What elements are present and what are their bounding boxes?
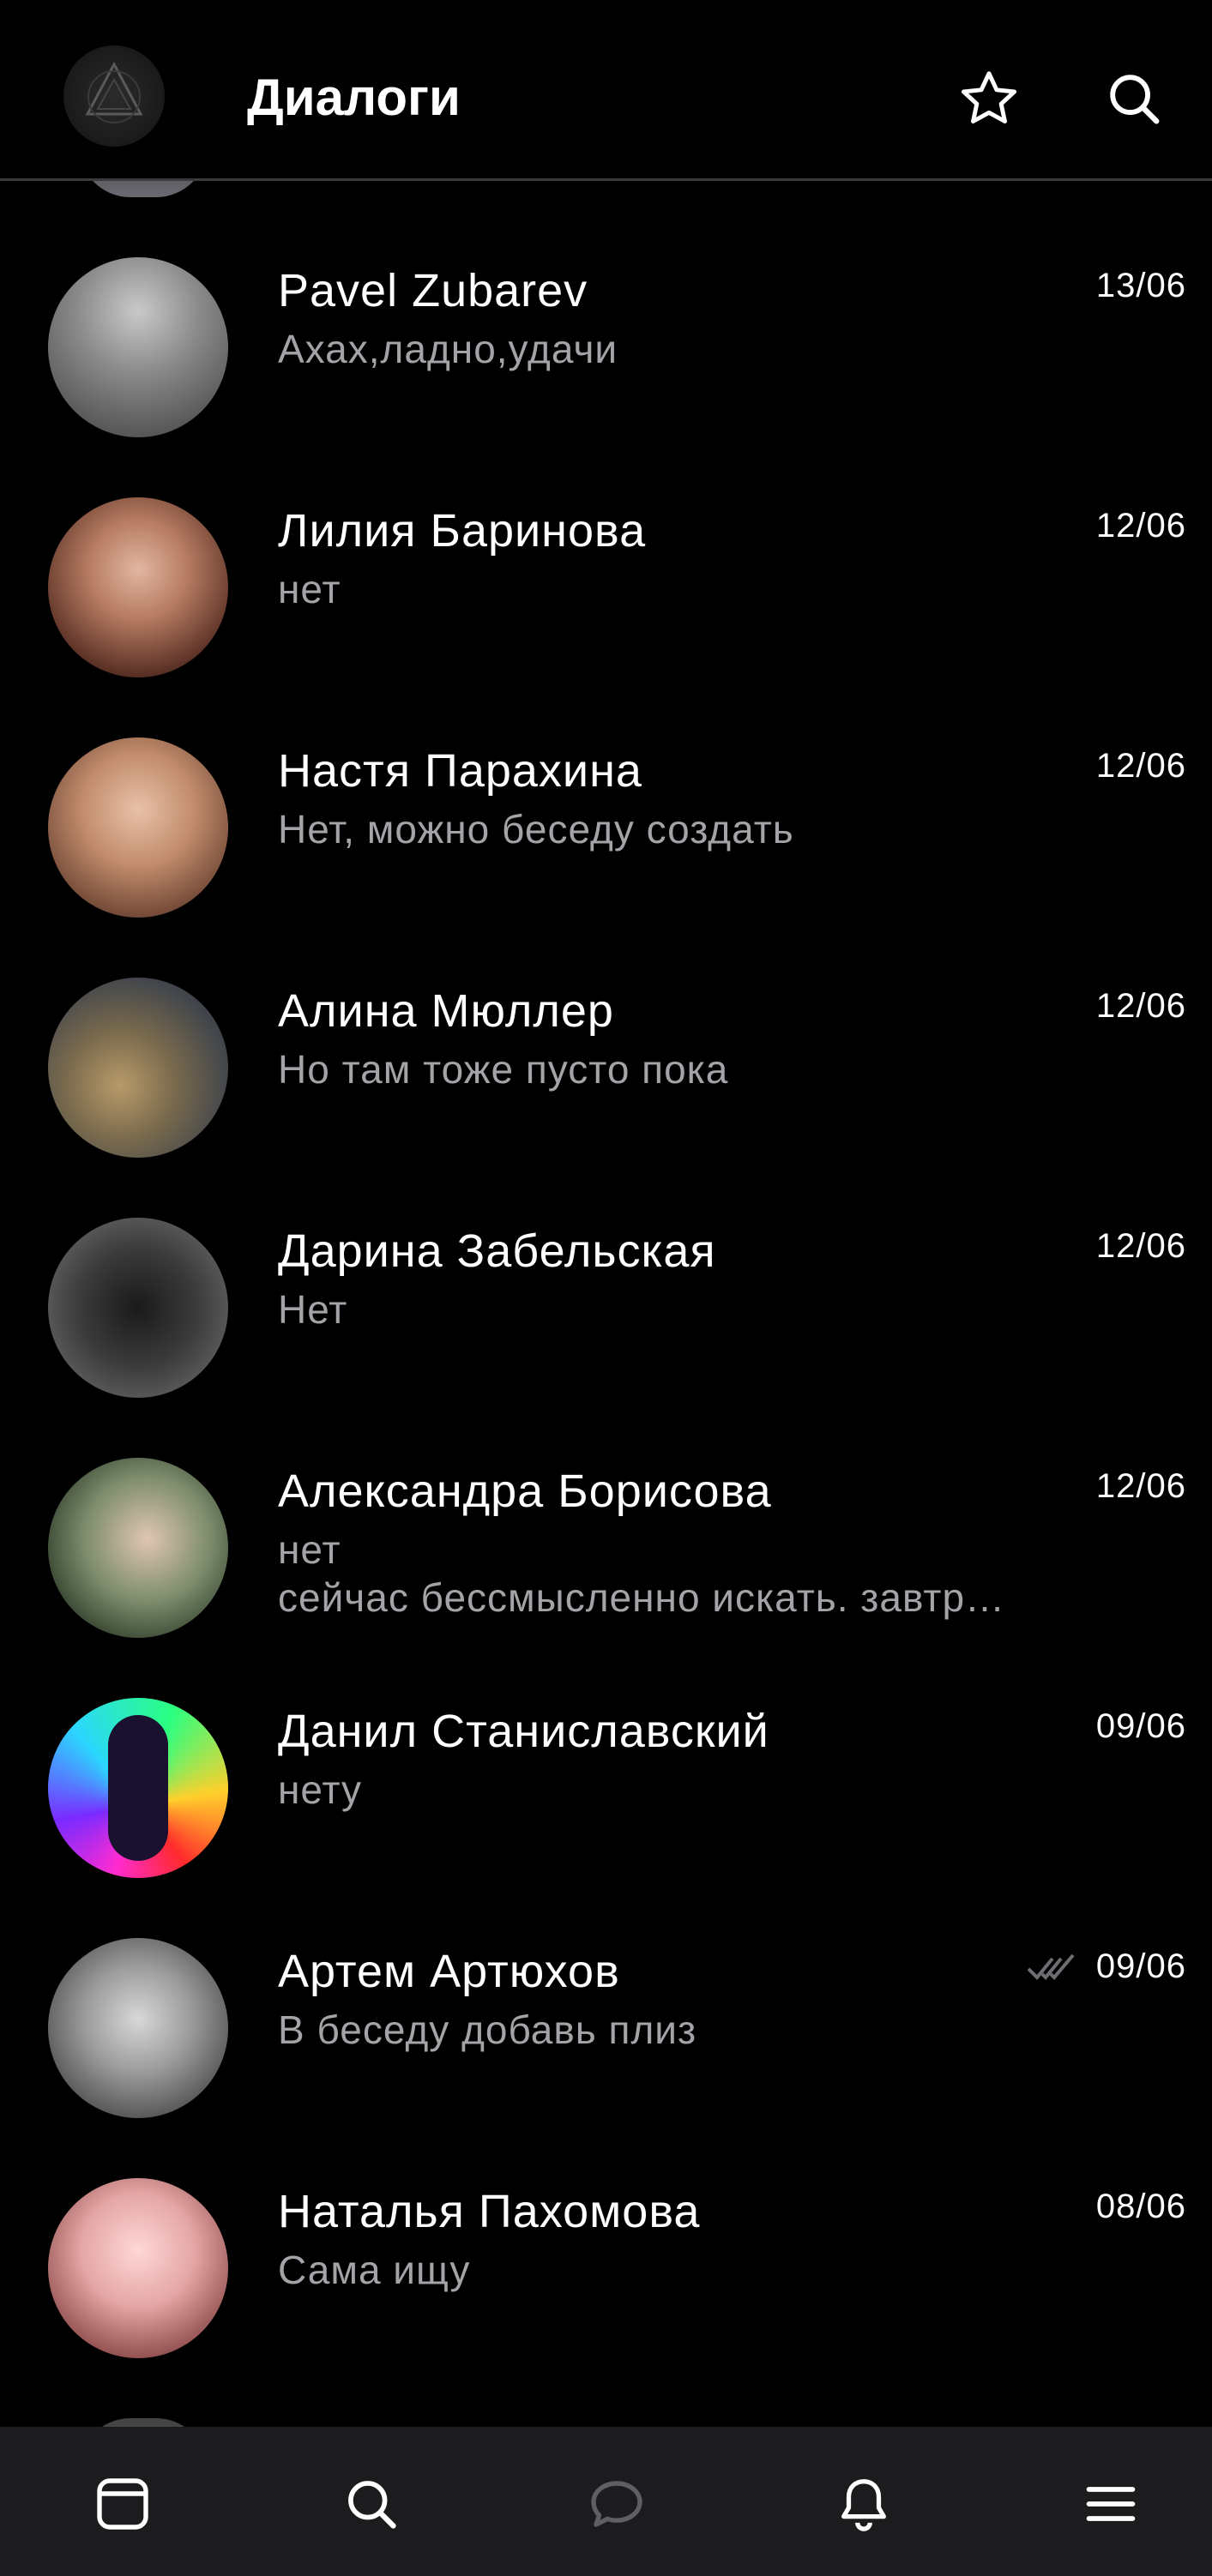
dialog-name: Наталья Пахомова	[278, 2186, 701, 2237]
dialog-name: Pavel Zubarev	[278, 265, 588, 316]
dialog-row[interactable]: Данил Станиславский нету 09/06	[0, 1638, 1212, 1878]
dialog-date: 12/06	[1095, 507, 1186, 545]
dialog-row[interactable]: Наталья Пахомова Сама ищу 08/06	[0, 2118, 1212, 2358]
dialog-row[interactable]: Pavel Zubarev Ахах,ладно,удачи 13/06	[0, 197, 1212, 437]
nav-search[interactable]	[324, 2457, 419, 2551]
dialog-name: Алина Мюллер	[278, 985, 614, 1037]
messages-icon	[591, 2481, 642, 2527]
dialog-date: 09/06	[1095, 1707, 1186, 1745]
avatar	[48, 1218, 228, 1398]
nav-notifications[interactable]	[817, 2457, 911, 2551]
dialog-last-message: Нет, можно беседу создать	[278, 807, 794, 852]
dialog-last-message: Нет	[278, 1287, 348, 1332]
nav-messages[interactable]	[570, 2457, 664, 2551]
nav-newsfeed[interactable]	[75, 2457, 170, 2551]
avatar	[48, 737, 228, 918]
bottom-navigation	[0, 2427, 1212, 2576]
dialog-row[interactable]: Александра Борисова нет сейчас бессмысле…	[0, 1398, 1212, 1638]
avatar	[48, 978, 228, 1158]
dialog-row[interactable]: Лилия Баринова нет 12/06	[0, 437, 1212, 677]
dialog-last-message: В беседу добавь плиз	[278, 2007, 697, 2052]
double-check-icon	[1027, 1953, 1075, 1980]
dialog-name: Артем Артюхов	[278, 1946, 620, 1997]
star-icon	[961, 71, 1017, 123]
nav-menu[interactable]	[1064, 2457, 1158, 2551]
newsfeed-icon	[97, 2478, 148, 2530]
avatar	[48, 1458, 228, 1638]
dialog-date: 12/06	[1095, 987, 1186, 1025]
dialog-row[interactable]: Алина Мюллер Но там тоже пусто пока 12/0…	[0, 918, 1212, 1158]
menu-icon	[1086, 2487, 1136, 2521]
dialog-date: 09/06	[1095, 1947, 1186, 1985]
dialog-name: Настя Парахина	[278, 745, 642, 797]
search-icon	[348, 2481, 396, 2529]
top-app-bar: Диалоги	[0, 0, 1212, 181]
dialog-last-message: нет	[278, 1527, 341, 1572]
dialog-row[interactable]: Дарина Забельская Нет 12/06	[0, 1158, 1212, 1398]
avatar-logo-icon	[85, 61, 143, 123]
dialog-date: 12/06	[1095, 747, 1186, 785]
dialog-date: 13/06	[1095, 267, 1186, 304]
dialog-row[interactable]: Артем Артюхов В беседу добавь плиз 09/06	[0, 1878, 1212, 2118]
profile-avatar[interactable]	[63, 45, 165, 147]
dialog-row[interactable]: Настя Парахина Нет, можно беседу создать…	[0, 677, 1212, 918]
dialog-name: Данил Станиславский	[278, 1706, 769, 1757]
avatar	[48, 1938, 228, 2118]
search-icon	[1110, 75, 1160, 124]
dialog-last-message: Ахах,ладно,удачи	[278, 327, 618, 371]
search-button[interactable]	[1095, 60, 1173, 137]
dialog-last-message: нет	[278, 567, 341, 611]
dialog-date: 12/06	[1095, 1467, 1186, 1505]
dialog-last-message: Сама ищу	[278, 2248, 471, 2292]
dialog-name: Лилия Баринова	[278, 505, 647, 557]
avatar	[48, 1698, 228, 1878]
dialog-last-message: нету	[278, 1767, 363, 1812]
dialog-last-message-line2: сейчас бессмысленно искать. завтр…	[278, 1575, 1006, 1620]
avatar	[48, 497, 228, 677]
notifications-icon	[841, 2479, 886, 2531]
page-title: Диалоги	[247, 69, 461, 126]
dialog-date: 08/06	[1095, 2188, 1186, 2225]
dialog-last-message: Но там тоже пусто пока	[278, 1047, 729, 1092]
avatar	[48, 2178, 228, 2358]
avatar	[48, 257, 228, 437]
favorites-button[interactable]	[950, 60, 1028, 137]
dialog-name: Александра Борисова	[278, 1466, 772, 1517]
dialog-date: 12/06	[1095, 1227, 1186, 1265]
dialog-name: Дарина Забельская	[278, 1225, 716, 1277]
